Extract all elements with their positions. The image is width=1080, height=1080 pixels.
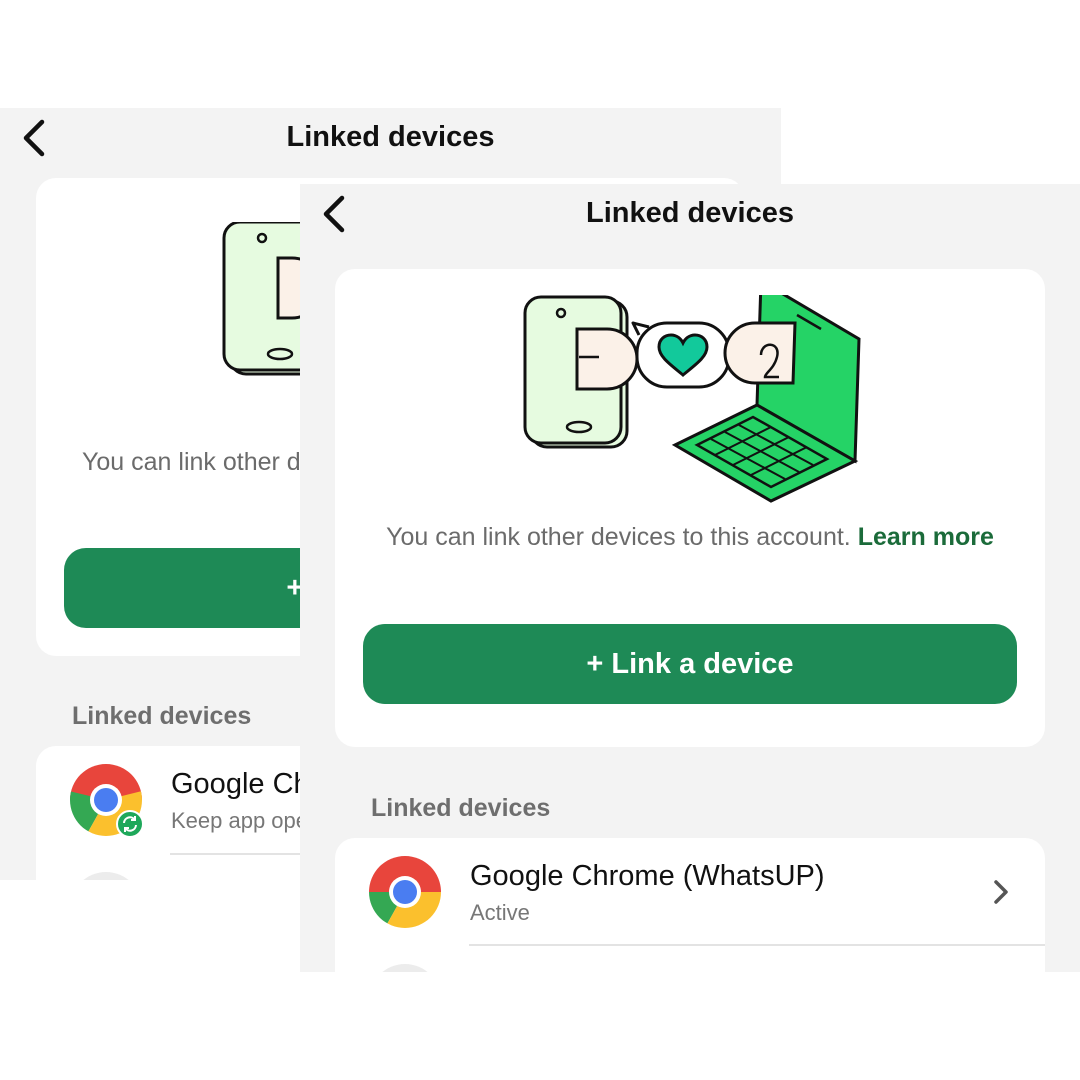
description-text: You can link other devices to this accou… (386, 523, 851, 551)
page-title: Linked devices (586, 197, 794, 229)
section-header-linked-devices: Linked devices (72, 702, 252, 730)
link-device-card: You can link other devices to this accou… (335, 269, 1045, 747)
top-bar: Linked devices (0, 108, 781, 178)
device-avatar (369, 964, 441, 972)
device-status: Active (470, 900, 530, 925)
linked-devices-screen-front: Linked devices You can link other device… (300, 184, 1080, 972)
linked-devices-illustration (523, 295, 861, 503)
chevron-right-icon (994, 880, 1008, 904)
page-title: Linked devices (286, 121, 495, 153)
divider (469, 944, 1045, 946)
sync-icon (116, 810, 144, 838)
device-avatar (70, 872, 142, 880)
chrome-icon (369, 856, 441, 928)
learn-more-link[interactable]: Learn more (858, 523, 994, 551)
linked-devices-list: Google Chrome (WhatsUP) Active (335, 838, 1045, 972)
device-name: Google Chrome (WhatsUP) (470, 860, 825, 892)
device-status: Keep app open (171, 808, 321, 833)
top-bar: Linked devices (300, 184, 1080, 254)
link-description: You can link other devices to this accou… (365, 519, 1015, 555)
device-row-chrome[interactable]: Google Chrome (WhatsUP) Active (335, 838, 1045, 946)
link-a-device-button[interactable]: + Link a device (363, 624, 1017, 704)
section-header-linked-devices: Linked devices (371, 794, 551, 822)
